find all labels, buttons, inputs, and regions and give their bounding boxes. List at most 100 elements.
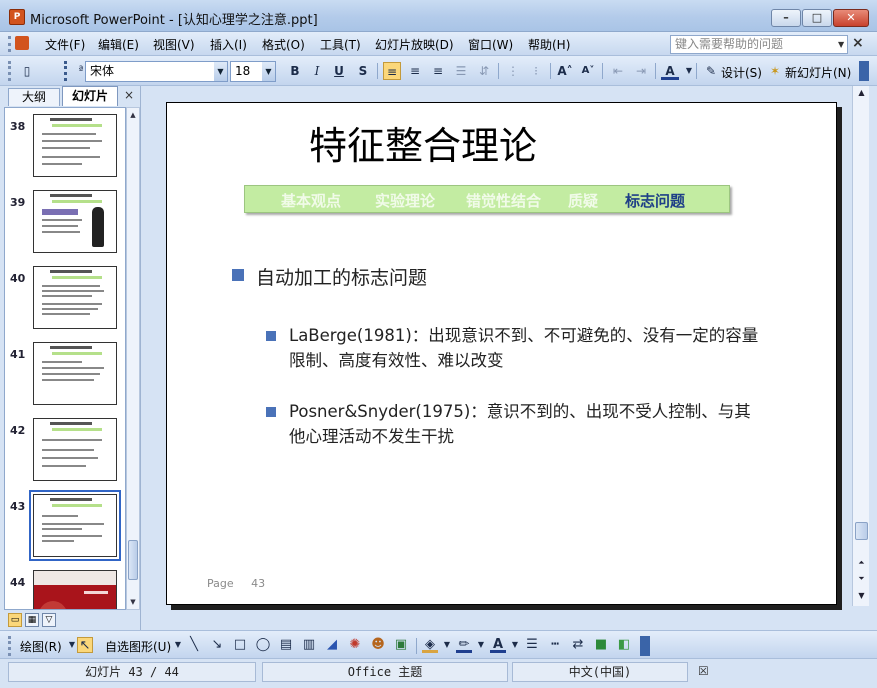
line-icon[interactable]: ╲ <box>186 637 202 653</box>
tab-slides[interactable]: 幻灯片 <box>62 86 118 106</box>
nav-item-experiment[interactable]: 实验理论 <box>375 190 435 211</box>
design-button[interactable]: 设计(S) <box>721 64 762 81</box>
arrow-style-icon[interactable]: ⇄ <box>570 637 586 653</box>
tab-outline[interactable]: 大纲 <box>8 88 60 106</box>
document-icon[interactable] <box>15 36 29 50</box>
decrease-indent-icon[interactable]: ⇤ <box>609 62 627 80</box>
slide-thumbnail[interactable] <box>33 570 117 609</box>
new-document-icon[interactable]: ▯ <box>18 62 36 80</box>
menu-window[interactable]: 窗口(W) <box>468 36 513 53</box>
fill-color-icon[interactable]: ◈ <box>422 637 438 653</box>
textbox-icon[interactable]: ▤ <box>278 637 294 653</box>
next-slide-icon[interactable]: ⏷ <box>855 572 868 586</box>
editor-scrollbar[interactable]: ▲ ⏶ ⏷ ▼ <box>852 86 869 606</box>
bold-button[interactable]: B <box>286 62 304 80</box>
scroll-up-icon[interactable]: ▲ <box>127 108 139 122</box>
close-pane-icon[interactable]: × <box>124 88 134 102</box>
clipart-icon[interactable]: ☻ <box>370 637 386 653</box>
italic-button[interactable]: I <box>308 62 326 80</box>
align-center-icon[interactable]: ≡ <box>406 62 424 80</box>
sub-bullet-text[interactable]: Posner&Snyder(1975)：意识不到的、出现不受人控制、与其 他心理… <box>289 399 809 449</box>
slideshow-view-icon[interactable]: ▽ <box>42 613 56 627</box>
slide-thumbnail[interactable] <box>33 114 117 177</box>
wordart-icon[interactable]: ◢ <box>324 637 340 653</box>
scroll-down-icon[interactable]: ▼ <box>127 595 139 609</box>
nav-item-illusory-conjunction[interactable]: 错觉性结合 <box>466 190 541 211</box>
minimize-button[interactable]: – <box>771 9 801 27</box>
nav-item-markers[interactable]: 标志问题 <box>625 190 685 211</box>
toolbar-grip[interactable] <box>8 36 11 52</box>
close-window-button[interactable]: ✕ <box>833 9 869 27</box>
shadow-style-icon[interactable]: ■ <box>593 637 609 653</box>
line-style-icon[interactable]: ☰ <box>524 637 540 653</box>
line-color-icon[interactable]: ✏ <box>456 637 472 653</box>
maximize-button[interactable]: □ <box>802 9 832 27</box>
autoshapes-button[interactable]: 自选图形(U) <box>105 638 171 655</box>
chevron-down-icon[interactable]: ▼ <box>170 637 186 653</box>
chevron-down-icon[interactable]: ▼ <box>473 637 489 653</box>
close-document-icon[interactable]: × <box>852 35 864 51</box>
rectangle-icon[interactable]: □ <box>232 637 248 653</box>
slide-canvas[interactable]: 特征整合理论 基本观点 实验理论 错觉性结合 质疑 标志问题 自动加工的标志问题… <box>166 102 837 605</box>
align-left-icon[interactable]: ≡ <box>383 62 401 80</box>
align-right-icon[interactable]: ≡ <box>429 62 447 80</box>
scrollbar-thumb[interactable] <box>128 540 138 580</box>
dash-style-icon[interactable]: ┅ <box>547 637 563 653</box>
nav-item-questions[interactable]: 质疑 <box>568 190 598 211</box>
slide-thumbnail-selected[interactable] <box>29 490 121 561</box>
arrow-icon[interactable]: ↘ <box>209 637 225 653</box>
underline-button[interactable]: U <box>330 62 348 80</box>
menu-tools[interactable]: 工具(T) <box>320 36 361 53</box>
powerpoint-icon[interactable]: P <box>9 9 25 25</box>
font-color-icon[interactable]: A <box>490 637 506 653</box>
normal-view-icon[interactable]: ▭ <box>8 613 22 627</box>
numbering-icon[interactable]: ⋮ <box>504 62 522 80</box>
thumbnail-scrollbar[interactable]: ▲ ▼ <box>126 107 140 610</box>
font-size-select[interactable]: 18 ▼ <box>230 61 276 82</box>
oval-icon[interactable]: ◯ <box>255 637 271 653</box>
sub-bullet-text[interactable]: LaBerge(1981)：出现意识不到、不可避免的、没有一定的容量 限制、高度… <box>289 323 809 373</box>
scroll-up-icon[interactable]: ▲ <box>855 86 868 100</box>
draw-menu-button[interactable]: 绘图(R) <box>20 638 62 655</box>
slide-title[interactable]: 特征整合理论 <box>309 115 537 170</box>
new-slide-button[interactable]: 新幻灯片(N) <box>785 64 851 81</box>
scroll-down-icon[interactable]: ▼ <box>855 589 868 603</box>
picture-icon[interactable]: ▣ <box>393 637 409 653</box>
menu-slideshow[interactable]: 幻灯片放映(D) <box>375 36 454 53</box>
menu-file[interactable]: 文件(F) <box>45 36 85 53</box>
text-direction-icon[interactable]: ⇵ <box>475 62 493 80</box>
decrease-font-icon[interactable]: A˅ <box>579 62 597 80</box>
increase-indent-icon[interactable]: ⇥ <box>632 62 650 80</box>
help-search-input[interactable]: 键入需要帮助的问题 <box>670 35 848 54</box>
justify-icon[interactable]: ☰ <box>452 62 470 80</box>
menu-insert[interactable]: 插入(I) <box>210 36 247 53</box>
slide-thumbnail[interactable] <box>33 190 117 253</box>
slide-thumbnail[interactable] <box>33 418 117 481</box>
font-name-select[interactable]: 宋体 ▼ <box>85 61 228 82</box>
toolbar-grip[interactable] <box>8 636 11 656</box>
bullets-icon[interactable]: ⁝ <box>527 62 545 80</box>
diagram-icon[interactable]: ✺ <box>347 637 363 653</box>
vertical-textbox-icon[interactable]: ▥ <box>301 637 317 653</box>
bullet-text[interactable]: 自动加工的标志问题 <box>256 263 427 290</box>
chevron-down-icon[interactable]: ▼ <box>439 637 455 653</box>
3d-style-icon[interactable]: ◧ <box>616 637 632 653</box>
scrollbar-thumb[interactable] <box>855 522 868 540</box>
menu-help[interactable]: 帮助(H) <box>528 36 570 53</box>
spelling-icon[interactable]: ☒ <box>698 664 709 678</box>
menu-view[interactable]: 视图(V) <box>153 36 195 53</box>
slide-thumbnail[interactable] <box>33 342 117 405</box>
menu-format[interactable]: 格式(O) <box>262 36 305 53</box>
slide-thumbnail[interactable] <box>33 266 117 329</box>
select-pointer-icon[interactable]: ↖ <box>77 637 93 653</box>
slide-sorter-view-icon[interactable]: ▦ <box>25 613 39 627</box>
shadow-button[interactable]: S <box>354 62 372 80</box>
toolbar-options-icon[interactable] <box>640 636 650 656</box>
new-slide-icon[interactable]: ✶ <box>766 62 784 80</box>
nav-item-basic-view[interactable]: 基本观点 <box>281 190 341 211</box>
increase-font-icon[interactable]: A˄ <box>556 62 574 80</box>
chevron-down-icon[interactable]: ▼ <box>507 637 523 653</box>
chevron-down-icon[interactable]: ▼ <box>838 40 844 49</box>
toolbar-grip[interactable] <box>8 61 11 81</box>
design-icon[interactable]: ✎ <box>702 62 720 80</box>
